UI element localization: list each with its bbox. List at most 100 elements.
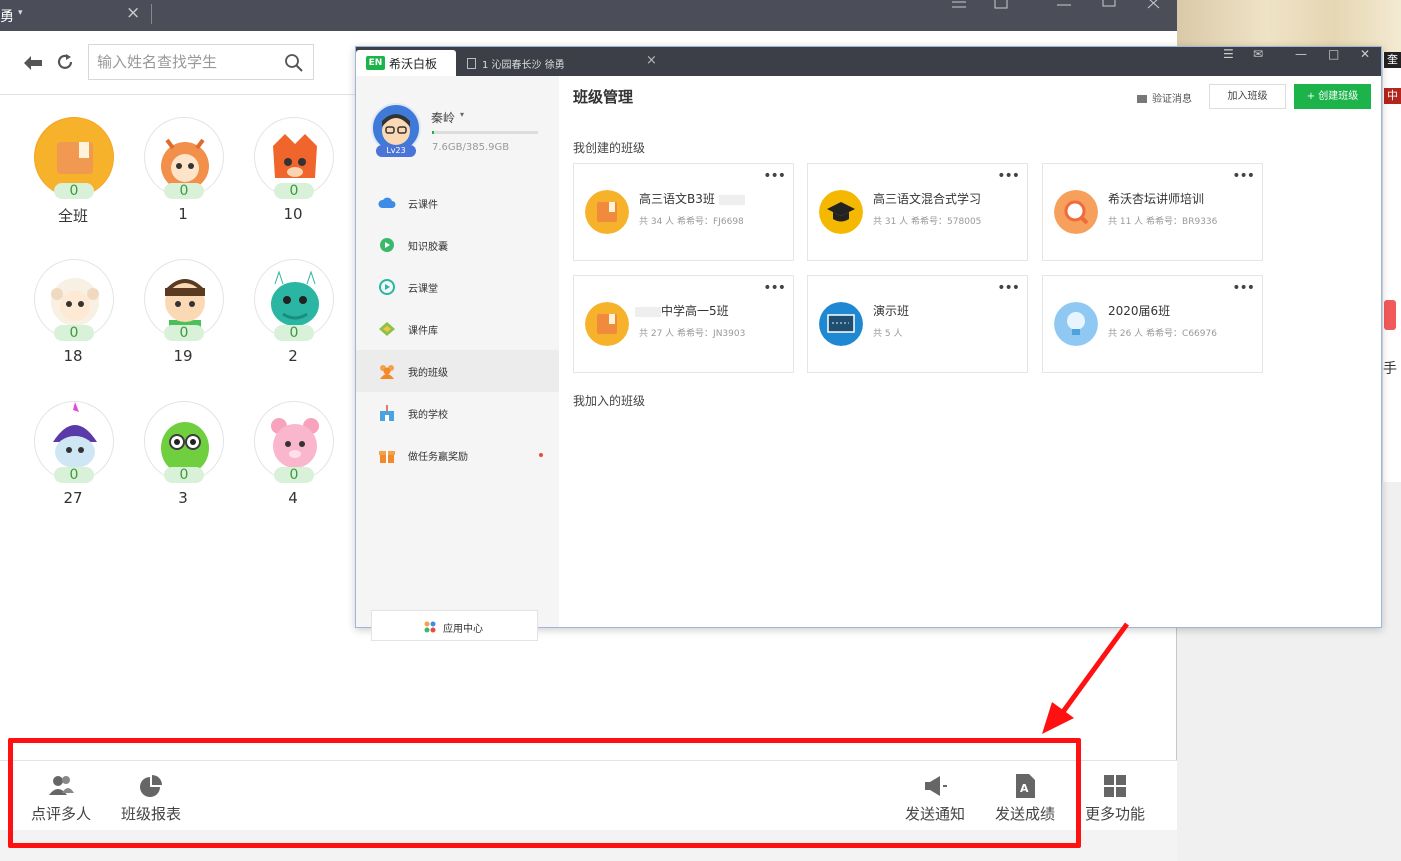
score-badge: 0 — [274, 467, 314, 483]
more-options-icon[interactable]: ••• — [1232, 280, 1255, 296]
class-report-label: 班级报表 — [120, 805, 181, 823]
more-options-icon[interactable]: ••• — [1232, 168, 1255, 184]
book-icon — [585, 302, 629, 346]
student-name: 19 — [173, 347, 193, 365]
nav-cloud-courseware[interactable]: 云课件 — [356, 182, 559, 224]
skin-icon[interactable] — [986, 0, 1016, 12]
nav-label: 我的学校 — [408, 410, 448, 421]
send-notice-label: 发送通知 — [904, 805, 965, 823]
menu-icon[interactable] — [944, 0, 974, 12]
student-name: 10 — [283, 205, 303, 223]
join-class-button[interactable]: 加入班级 — [1209, 84, 1286, 109]
bottom-action-bar: 点评多人 班级报表 发送通知 A 发送成绩 更多功能 — [0, 760, 1177, 830]
class-card[interactable]: ••• 高三语文混合式学习 共 31 人 希希号：578005 — [807, 163, 1028, 261]
student-card[interactable]: 0 18 — [18, 259, 128, 389]
nav-my-school[interactable]: 我的学校 — [356, 392, 559, 434]
maximize-icon[interactable] — [1094, 0, 1124, 12]
student-search[interactable] — [88, 44, 314, 80]
minimize-icon[interactable] — [1049, 0, 1079, 12]
class-card[interactable]: ••• 演示班 共 5 人 — [807, 275, 1028, 373]
tab-document[interactable]: 1 沁园春长沙 徐勇 — [482, 56, 565, 71]
window-tab-title[interactable]: 勇 — [0, 6, 14, 26]
score-badge: 0 — [54, 467, 94, 483]
side-panel — [1382, 52, 1401, 482]
send-notice-button[interactable]: 发送通知 — [895, 767, 975, 824]
student-card[interactable]: 0 19 — [128, 259, 238, 389]
nav-courseware-library[interactable]: 课件库 — [356, 308, 559, 350]
more-options-icon[interactable]: ••• — [763, 280, 786, 296]
envelope-icon — [1137, 95, 1147, 103]
user-dropdown-icon[interactable]: ▾ — [460, 110, 464, 119]
send-grades-label: 发送成绩 — [994, 805, 1055, 823]
student-card[interactable]: 0 27 — [18, 401, 128, 531]
class-card[interactable]: ••• 希沃杏坛讲师培训 共 11 人 希希号：BR9336 — [1042, 163, 1263, 261]
score-badge: 0 — [164, 183, 204, 199]
people-icon — [49, 776, 74, 795]
class-card[interactable]: ••• 中学高一5班 共 27 人 希希号：JN3903 — [573, 275, 794, 373]
tab-close-icon[interactable]: × — [646, 53, 657, 68]
page-title: 班级管理 — [573, 88, 634, 106]
book-icon — [585, 190, 629, 234]
tab-dropdown-icon[interactable]: ▾ — [18, 8, 23, 18]
nav-my-classes[interactable]: 我的班级 — [356, 350, 559, 392]
verify-messages-link[interactable]: 验证消息 — [1137, 90, 1192, 105]
class-report-button[interactable]: 班级报表 — [111, 767, 191, 824]
student-name: 全班 — [57, 207, 88, 225]
tab-close-icon[interactable]: × — [126, 3, 140, 23]
refresh-icon[interactable] — [56, 53, 74, 71]
search-icon[interactable] — [284, 53, 304, 73]
class-management-panel: 班级管理 验证消息 加入班级 + 创建班级 我创建的班级 ••• 高三语文B3班… — [559, 76, 1381, 627]
class-name: 2020届6班 — [1108, 304, 1171, 318]
create-class-button[interactable]: + 创建班级 — [1294, 84, 1371, 109]
review-multiple-button[interactable]: 点评多人 — [21, 767, 101, 824]
group-icon — [380, 365, 394, 379]
student-card[interactable]: 0 4 — [238, 401, 348, 531]
student-search-input[interactable] — [97, 52, 277, 72]
more-features-label: 更多功能 — [1084, 805, 1145, 823]
menu-icon[interactable]: ☰ — [1223, 47, 1234, 61]
class-name: 希沃杏坛讲师培训 — [1108, 192, 1205, 206]
review-multiple-label: 点评多人 — [30, 805, 91, 823]
photo-thumbnail — [1177, 0, 1401, 52]
app-center-button[interactable]: 应用中心 — [371, 610, 538, 641]
seewo-logo: EN — [366, 56, 385, 70]
more-options-icon[interactable]: ••• — [763, 168, 786, 184]
student-name: 1 — [178, 205, 188, 223]
minimize-icon[interactable]: — — [1295, 47, 1307, 61]
side-tag: 奎 — [1384, 52, 1401, 68]
close-icon[interactable] — [1139, 0, 1169, 12]
user-name[interactable]: 秦岭 — [431, 109, 455, 126]
nav-cloud-classroom[interactable]: 云课堂 — [356, 266, 559, 308]
more-features-button[interactable]: 更多功能 — [1075, 767, 1155, 824]
storage-bar-fill — [432, 131, 435, 134]
level-badge: Lv23 — [376, 145, 416, 157]
grid-icon — [1104, 775, 1126, 797]
class-meta: 共 27 人 希希号：JN3903 — [639, 329, 746, 339]
class-card[interactable]: ••• 高三语文B3班 共 34 人 希希号：FJ6698 — [573, 163, 794, 261]
more-options-icon[interactable]: ••• — [997, 168, 1020, 184]
back-arrow-icon[interactable] — [22, 54, 44, 72]
send-grades-button[interactable]: A 发送成绩 — [985, 767, 1065, 824]
student-card[interactable]: 0 2 — [238, 259, 348, 389]
megaphone-icon — [925, 776, 947, 796]
nav-knowledge-capsule[interactable]: 知识胶囊 — [356, 224, 559, 266]
created-classes-heading: 我创建的班级 — [573, 141, 646, 155]
maximize-icon[interactable]: □ — [1328, 47, 1339, 61]
close-icon[interactable]: ✕ — [1360, 47, 1370, 61]
redacted-text — [718, 194, 745, 205]
grade-document-icon: A — [1016, 774, 1035, 798]
mail-icon[interactable]: ✉ — [1253, 47, 1263, 61]
student-card[interactable]: 0 1 — [128, 117, 238, 247]
blackboard-icon — [819, 302, 863, 346]
nav-label: 我的班级 — [408, 368, 448, 379]
class-card[interactable]: ••• 2020届6班 共 26 人 希希号：C66976 — [1042, 275, 1263, 373]
svg-text:A: A — [1020, 782, 1029, 795]
school-icon — [380, 405, 394, 421]
more-options-icon[interactable]: ••• — [997, 280, 1020, 296]
student-card[interactable]: 0 3 — [128, 401, 238, 531]
student-card-whole-class[interactable]: 0 全班 — [18, 117, 128, 247]
tab-divider — [151, 4, 152, 24]
student-card[interactable]: 0 10 — [238, 117, 348, 247]
tab-seewo-home[interactable]: EN 希沃白板 — [356, 50, 456, 76]
nav-task-rewards[interactable]: 做任务赢奖励 — [356, 434, 559, 476]
